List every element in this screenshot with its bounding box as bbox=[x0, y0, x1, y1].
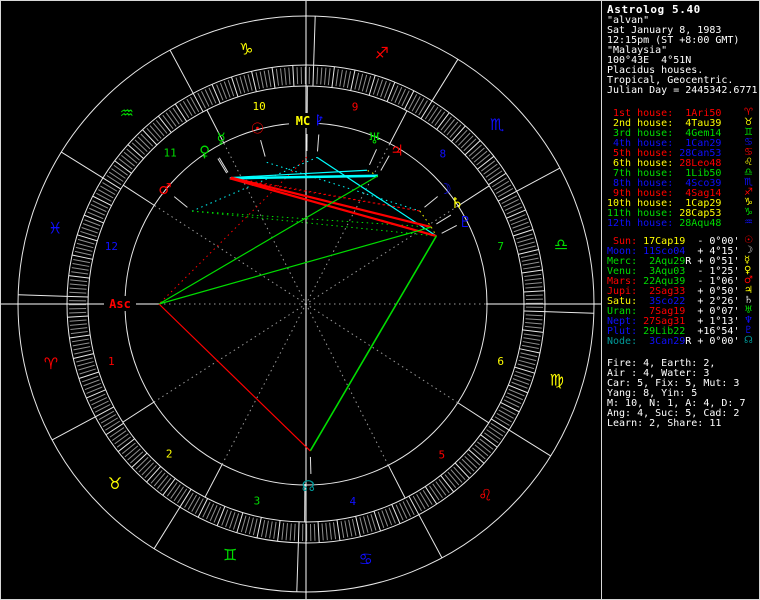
house-number-4: 4 bbox=[350, 495, 357, 508]
degree-tick bbox=[296, 67, 299, 85]
house-number-8: 8 bbox=[440, 148, 447, 161]
zodiac-sign-glyph-virgo: ♍ bbox=[550, 370, 564, 389]
zodiac-sign-glyph-aries: ♈ bbox=[44, 354, 58, 373]
header-line: Julian Day = 2445342.6771 bbox=[607, 85, 758, 96]
planet-row: Node: 3Can29R + 0°00' ☊ bbox=[607, 335, 753, 347]
mercury-glyph: ☿ bbox=[217, 129, 226, 147]
zodiac-sign-glyph-leo: ♌ bbox=[478, 486, 492, 505]
mars-glyph: ♂ bbox=[158, 180, 171, 198]
degree-tick bbox=[297, 521, 300, 543]
zodiac-sign-glyph-scorpio: ♏ bbox=[490, 115, 504, 134]
element-stats: Fire: 4, Earth: 2, Air : 4, Water: 3 Car: … bbox=[607, 359, 759, 429]
asc-label: Asc bbox=[109, 297, 131, 311]
degree-tick bbox=[523, 310, 545, 313]
zodiac-sign-glyph-pisces: ♓ bbox=[48, 219, 62, 238]
zodiac-sign-glyph-taurus: ♉ bbox=[108, 474, 122, 493]
house-row: 12th house: 28Aqu48 ♒ bbox=[607, 217, 753, 229]
house-number-3: 3 bbox=[254, 494, 261, 507]
degree-tick bbox=[525, 294, 543, 297]
house-number-1: 1 bbox=[108, 355, 115, 368]
zodiac-sign-glyph-libra: ♎ bbox=[554, 235, 568, 254]
degree-tick bbox=[313, 523, 316, 541]
house-number-7: 7 bbox=[497, 240, 504, 253]
jupiter-glyph: ♃ bbox=[390, 141, 403, 159]
degree-tick bbox=[67, 295, 89, 298]
saturn-glyph: ♄ bbox=[450, 194, 463, 212]
house-number-9: 9 bbox=[352, 101, 359, 114]
house-cusp-table: 1st house: 1Ari50 ♈ 2nd house: 4Tau39 ♉ 3r… bbox=[607, 108, 759, 229]
info-panel: Astrolog 5.40 "alvan" Sat January 8, 1983 1… bbox=[601, 1, 759, 599]
zodiac-sign-glyph-aquarius: ♒ bbox=[120, 103, 134, 122]
house-number-11: 11 bbox=[164, 147, 177, 160]
astrolog-window: ♈ ♉ ♊ ♋ ♌ ♍ ♎ ♏ ♐ ♑ ♒ ♓ 1 2 3 4 5 6 7 8 9 10 11 12 ☉ ☽ ☿ ♀ ♂ ♃ ♄ ♅ ♆ ♇ ☊ MC… bbox=[0, 0, 760, 600]
uranus-glyph: ♅ bbox=[368, 129, 381, 147]
house-number-5: 5 bbox=[439, 448, 446, 461]
zodiac-sign-icon: ♒ bbox=[744, 217, 753, 228]
zodiac-sign-glyph-gemini: ♊ bbox=[223, 545, 237, 564]
zodiac-sign-glyph-cancer: ♋ bbox=[359, 550, 373, 569]
degree-tick bbox=[312, 65, 315, 87]
degree-tick bbox=[69, 311, 87, 314]
sun-glyph: ☉ bbox=[251, 120, 264, 138]
pluto-glyph: ♇ bbox=[459, 213, 472, 231]
chart-header: Astrolog 5.40 "alvan" Sat January 8, 1983 1… bbox=[607, 4, 759, 96]
mc-label: MC bbox=[296, 114, 310, 128]
zodiac-sign-glyph-sagittarius: ♐ bbox=[375, 44, 389, 63]
house-number-10: 10 bbox=[253, 100, 266, 113]
planet-icon: ☊ bbox=[744, 335, 753, 346]
stats-line: Learn: 2, Share: 11 bbox=[607, 418, 722, 429]
zodiac-sign-glyph-capricorn: ♑ bbox=[239, 39, 253, 58]
venus-glyph: ♀ bbox=[199, 142, 210, 160]
node-glyph: ☊ bbox=[302, 477, 315, 495]
wheel-background bbox=[1, 1, 601, 599]
house-number-12: 12 bbox=[105, 240, 118, 253]
natal-chart-wheel: ♈♉♊ ♋♌♍♎♏♐♑♒♓123 456789101112☉☽☿♀♂♃♄♅♆♇☊MC… bbox=[1, 1, 601, 599]
house-number-6: 6 bbox=[497, 355, 504, 368]
house-number-2: 2 bbox=[166, 447, 173, 460]
planet-position-table: Sun: 17Cap19 - 0°00' ☉ Moon: 11Sco04 + 4°1… bbox=[607, 236, 759, 347]
